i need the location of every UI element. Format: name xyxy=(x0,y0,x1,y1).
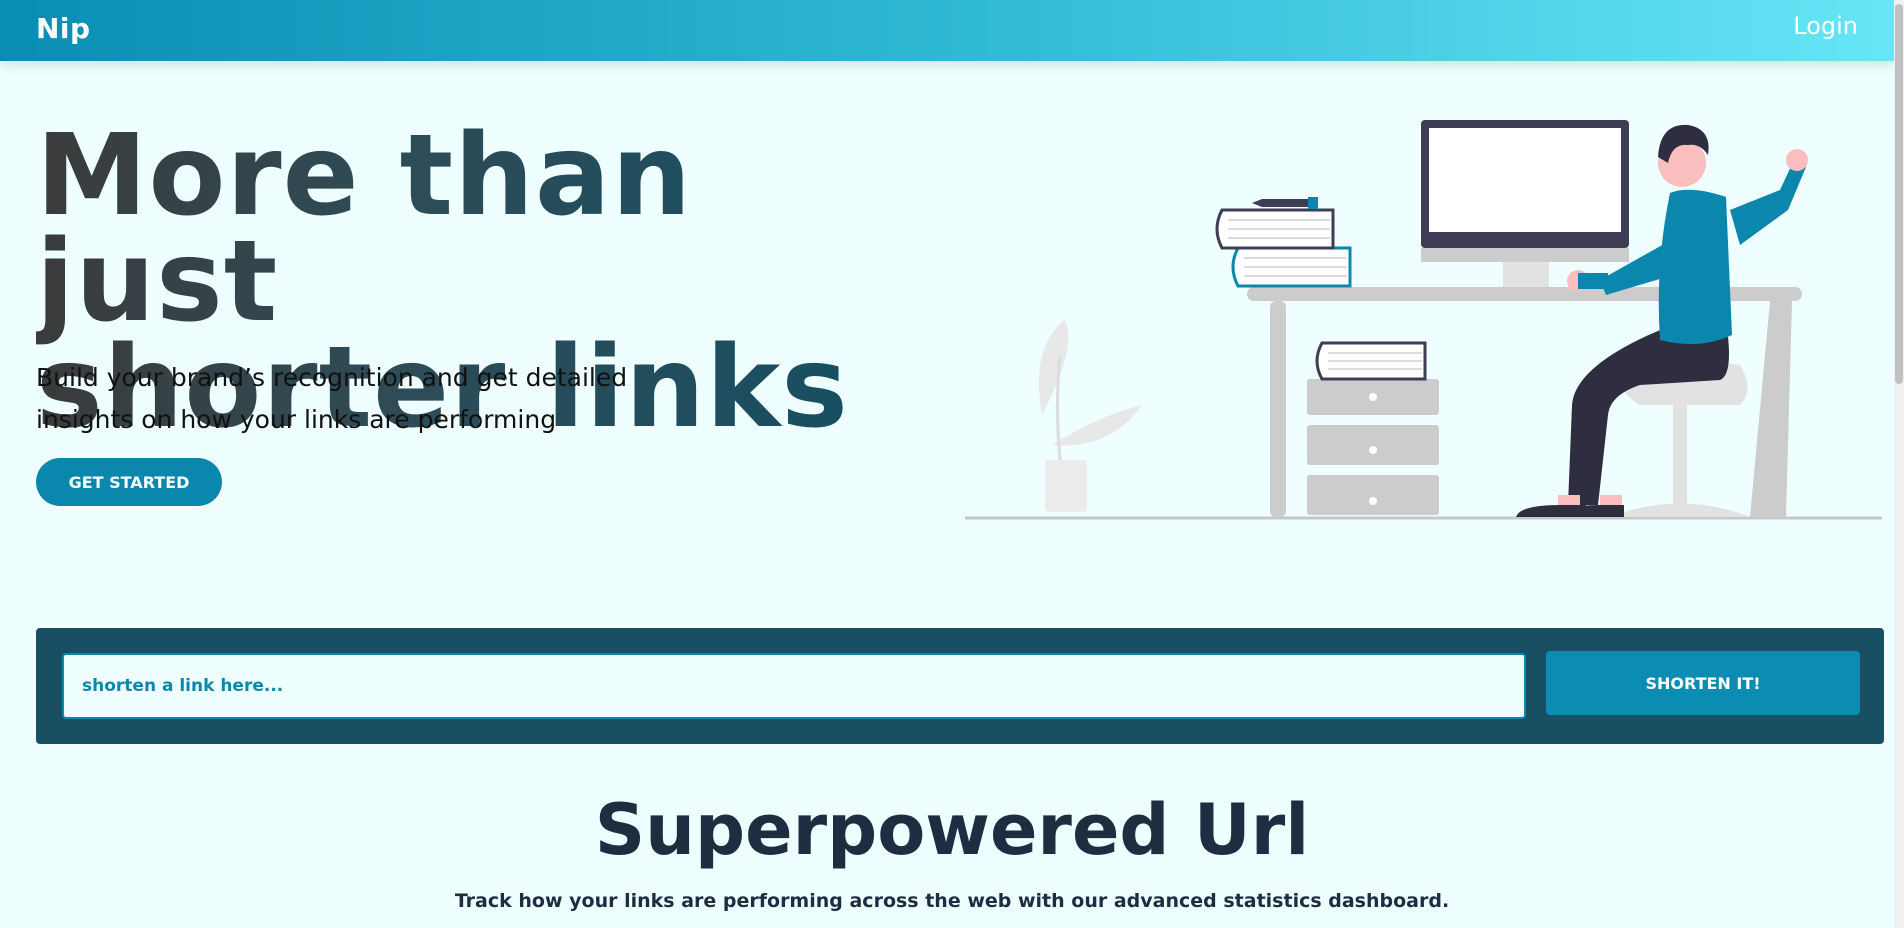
login-link[interactable]: Login xyxy=(1793,12,1858,40)
hero-title-line1: More than just xyxy=(36,111,693,347)
shorten-it-button[interactable]: SHORTEN IT! xyxy=(1546,651,1860,715)
section-title: Superpowered Url xyxy=(594,789,1310,871)
hero-subtitle-line1: Build your brand’s recognition and get d… xyxy=(36,363,628,392)
brand-logo[interactable]: Nip xyxy=(36,12,91,45)
hero-subtitle-line2: insights on how your links are performin… xyxy=(36,405,557,434)
person-at-desk-illustration xyxy=(965,120,1882,520)
shorten-link-bar: SHORTEN IT! xyxy=(36,628,1884,744)
monitor-icon xyxy=(1421,120,1629,287)
scrollbar-thumb[interactable] xyxy=(1895,4,1903,384)
link-input[interactable] xyxy=(62,653,1526,719)
plant-icon xyxy=(1038,320,1142,512)
get-started-button[interactable]: GET STARTED xyxy=(36,458,222,506)
hero-subtitle: Build your brand’s recognition and get d… xyxy=(36,357,656,441)
section-subtitle: Track how your links are performing acro… xyxy=(454,890,1450,912)
drawer-cabinet-icon xyxy=(1307,379,1439,515)
top-navbar: Nip Login xyxy=(0,0,1894,61)
